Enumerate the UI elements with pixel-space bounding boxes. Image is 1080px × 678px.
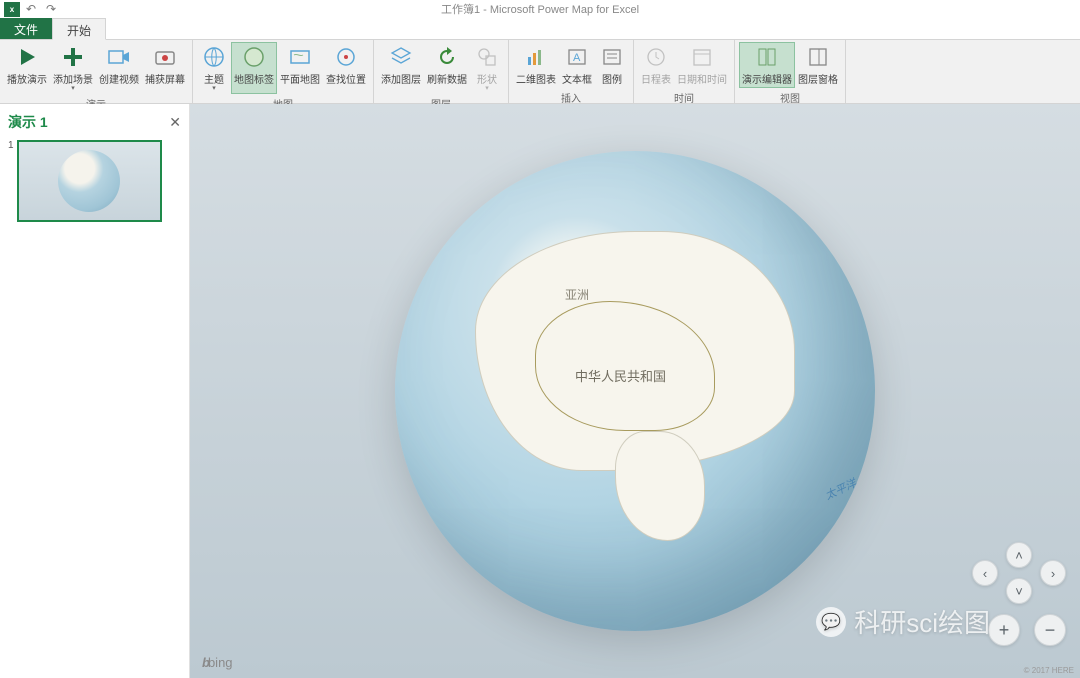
plus-icon [60, 44, 86, 70]
chevron-down-icon: ▾ [212, 86, 216, 92]
group-insert: 二维图表 A 文本框 图例 插入 [509, 40, 634, 103]
legend-button[interactable]: 图例 [595, 42, 629, 88]
undo-icon[interactable]: ↶ [22, 2, 40, 17]
zoom-in-button[interactable]: + [988, 614, 1020, 646]
flat-map-button[interactable]: 平面地图 [277, 42, 323, 94]
globe-label-icon [241, 44, 267, 70]
svg-text:A: A [573, 52, 581, 64]
tour-panel: 演示 1 ✕ 1 [0, 104, 190, 678]
textbox-button[interactable]: A 文本框 [559, 42, 595, 88]
panel-title: 演示 1 [8, 112, 48, 132]
rotate-left-button[interactable]: ‹ [972, 560, 998, 586]
theme-button[interactable]: 主题 ▾ [197, 42, 231, 94]
refresh-icon [434, 44, 460, 70]
layer-add-icon [388, 44, 414, 70]
add-layer-button[interactable]: 添加图层 [378, 42, 424, 94]
play-tour-button[interactable]: 播放演示 [4, 42, 50, 94]
clock-icon [643, 44, 669, 70]
group-demo: 播放演示 添加场景 ▾ 创建视频 捕获屏幕 演示 [0, 40, 193, 103]
label-pacific: 太平洋 [822, 475, 859, 503]
titlebar: x ↶ ↷ 工作簿1 - Microsoft Power Map for Exc… [0, 0, 1080, 18]
chevron-down-icon: ▾ [485, 86, 489, 92]
find-location-button[interactable]: 查找位置 [323, 42, 369, 94]
group-layer: 添加图层 刷新数据 形状 ▾ 图层 [374, 40, 509, 103]
flat-map-icon [287, 44, 313, 70]
layer-pane-button[interactable]: 图层窗格 [795, 42, 841, 88]
textbox-icon: A [564, 44, 590, 70]
workspace: 演示 1 ✕ 1 亚洲 中华人民共和国 太平洋 bbing © 2017 HER… [0, 104, 1080, 678]
globe-icon [201, 44, 227, 70]
landmass [615, 431, 705, 541]
thumbnail-globe-icon [58, 150, 120, 212]
capture-screen-button[interactable]: 捕获屏幕 [142, 42, 188, 94]
excel-app-icon: x [4, 2, 20, 17]
pane-icon [805, 44, 831, 70]
map-canvas[interactable]: 亚洲 中华人民共和国 太平洋 bbing © 2017 HERE ˄ ˅ ‹ ›… [190, 104, 1080, 678]
group-view: 演示编辑器 图层窗格 视图 [735, 40, 846, 103]
bing-attribution: bbing [202, 655, 233, 670]
tour-editor-button[interactable]: 演示编辑器 [739, 42, 795, 88]
location-icon [333, 44, 359, 70]
tilt-up-button[interactable]: ˄ [1006, 542, 1032, 568]
video-icon [106, 44, 132, 70]
editor-icon [754, 44, 780, 70]
tilt-down-button[interactable]: ˅ [1006, 578, 1032, 604]
shapes-button: 形状 ▾ [470, 42, 504, 94]
scene-number: 1 [8, 140, 14, 222]
group-time: 日程表 日期和时间 时间 [634, 40, 735, 103]
create-video-button[interactable]: 创建视频 [96, 42, 142, 94]
rotate-right-button[interactable]: › [1040, 560, 1066, 586]
map-labels-button[interactable]: 地图标签 [231, 42, 277, 94]
tab-file[interactable]: 文件 [0, 18, 52, 39]
window-title: 工作簿1 - Microsoft Power Map for Excel [0, 1, 1080, 17]
refresh-data-button[interactable]: 刷新数据 [424, 42, 470, 94]
scene-thumbnail[interactable] [17, 140, 162, 222]
tab-home[interactable]: 开始 [52, 18, 106, 40]
zoom-out-button[interactable]: − [1034, 614, 1066, 646]
ribbon: 播放演示 添加场景 ▾ 创建视频 捕获屏幕 演示 主题 ▾ [0, 40, 1080, 104]
group-map: 主题 ▾ 地图标签 平面地图 查找位置 地图 [193, 40, 374, 103]
add-scene-button[interactable]: 添加场景 ▾ [50, 42, 96, 94]
chart-2d-button[interactable]: 二维图表 [513, 42, 559, 88]
datetime-button: 日期和时间 [674, 42, 730, 88]
ribbon-tabs: 文件 开始 [0, 18, 1080, 40]
copyright-text: © 2017 HERE [1024, 666, 1074, 675]
play-icon [14, 44, 40, 70]
redo-icon[interactable]: ↷ [42, 2, 60, 17]
camera-icon [152, 44, 178, 70]
globe-3d[interactable]: 亚洲 中华人民共和国 太平洋 [395, 151, 875, 631]
wechat-icon: 💬 [816, 607, 846, 637]
shape-icon [474, 44, 500, 70]
bar-chart-icon [523, 44, 549, 70]
calendar-icon [689, 44, 715, 70]
watermark: 💬 科研sci绘图 [816, 603, 990, 640]
legend-icon [599, 44, 625, 70]
close-icon[interactable]: ✕ [169, 114, 181, 131]
chevron-down-icon: ▾ [71, 86, 75, 92]
timeline-button: 日程表 [638, 42, 674, 88]
